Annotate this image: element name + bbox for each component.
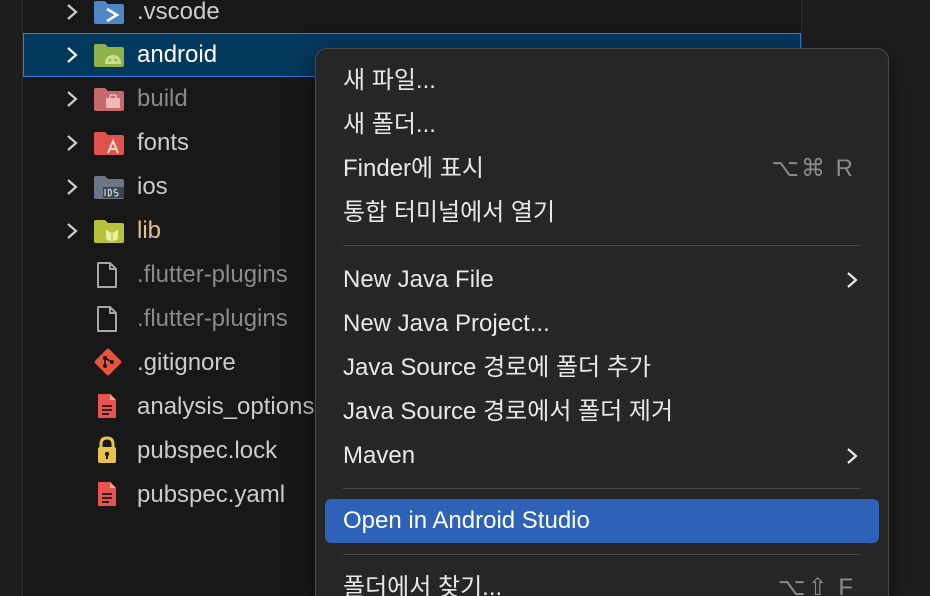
menu-item-open-in-android-studio[interactable]: Open in Android Studio <box>325 499 879 543</box>
chevron-right-icon <box>67 91 78 107</box>
file-icon <box>97 262 117 288</box>
menu-item-label: Open in Android Studio <box>343 507 590 534</box>
menu-item-label: New Java Project... <box>343 310 550 337</box>
menu-item-reveal-in-finder[interactable]: Finder에 표시 ⌥⌘ R <box>325 147 879 191</box>
menu-item-label: 새 폴더... <box>343 111 436 138</box>
tree-item-label: lib <box>137 217 162 244</box>
tree-item-label: pubspec.yaml <box>137 481 286 508</box>
tree-item-label: build <box>137 85 188 112</box>
menu-item-new-file[interactable]: 새 파일... <box>325 59 879 103</box>
yaml-file-icon <box>98 394 116 418</box>
tree-item-label: .gitignore <box>137 349 236 376</box>
chevron-right-icon <box>67 179 78 195</box>
menu-item-label: Maven <box>343 442 416 469</box>
vscode-folder-icon <box>94 1 124 24</box>
fonts-folder-icon <box>94 132 124 155</box>
context-menu: 새 파일... 새 폴더... Finder에 표시 ⌥⌘ R 통합 터미널에서… <box>315 48 889 596</box>
android-folder-icon <box>94 44 124 67</box>
git-icon <box>94 348 122 376</box>
tree-item-label: .flutter-plugins <box>137 305 288 332</box>
vscode-window: .vscode android build fonts ios lib .flu… <box>0 0 930 596</box>
menu-item-label: Java Source 경로에서 폴더 제거 <box>343 398 674 425</box>
menu-item-label: Java Source 경로에 폴더 추가 <box>343 354 651 381</box>
chevron-right-icon <box>67 4 78 20</box>
chevron-right-icon <box>67 223 78 239</box>
menu-item-label: New Java File <box>343 266 494 293</box>
lock-icon <box>98 436 116 463</box>
build-folder-icon <box>94 88 124 111</box>
ios-folder-icon <box>94 176 124 199</box>
menu-item-new-folder[interactable]: 새 폴더... <box>325 103 879 147</box>
menu-item-new-java-project[interactable]: New Java Project... <box>325 302 879 346</box>
menu-separator <box>343 488 860 489</box>
menu-item-add-to-java-source-path[interactable]: Java Source 경로에 폴더 추가 <box>325 346 879 390</box>
chevron-right-icon <box>847 448 858 464</box>
chevron-right-icon <box>67 47 78 63</box>
menu-item-shortcut: ⌥⇧ F <box>777 574 855 596</box>
menu-item-new-java-file[interactable]: New Java File <box>325 258 879 302</box>
tree-item-label: .vscode <box>137 0 220 25</box>
yaml-file-icon <box>98 482 116 506</box>
tree-item-label: android <box>137 41 218 68</box>
chevron-right-icon <box>67 135 78 151</box>
menu-separator <box>343 554 860 555</box>
chevron-right-icon <box>847 272 858 288</box>
lib-folder-icon <box>94 220 124 243</box>
menu-item-maven[interactable]: Maven <box>325 434 879 478</box>
tree-item-vscode[interactable]: .vscode <box>23 0 801 34</box>
menu-item-label: 새 파일... <box>343 67 436 94</box>
file-icon <box>97 306 117 332</box>
menu-item-open-in-terminal[interactable]: 통합 터미널에서 열기 <box>325 191 879 235</box>
tree-item-label: pubspec.lock <box>137 437 278 464</box>
menu-separator <box>343 245 860 246</box>
menu-item-find-in-folder[interactable]: 폴더에서 찾기... ⌥⇧ F <box>325 566 879 596</box>
tree-item-label: .flutter-plugins <box>137 261 288 288</box>
menu-item-remove-from-java-source-path[interactable]: Java Source 경로에서 폴더 제거 <box>325 390 879 434</box>
tree-item-label: ios <box>137 173 168 200</box>
menu-item-label: 통합 터미널에서 열기 <box>343 199 556 226</box>
menu-item-label: 폴더에서 찾기... <box>343 574 503 596</box>
tree-item-label: fonts <box>137 129 190 156</box>
menu-item-label: Finder에 표시 <box>343 155 484 182</box>
menu-item-shortcut: ⌥⌘ R <box>771 155 855 182</box>
